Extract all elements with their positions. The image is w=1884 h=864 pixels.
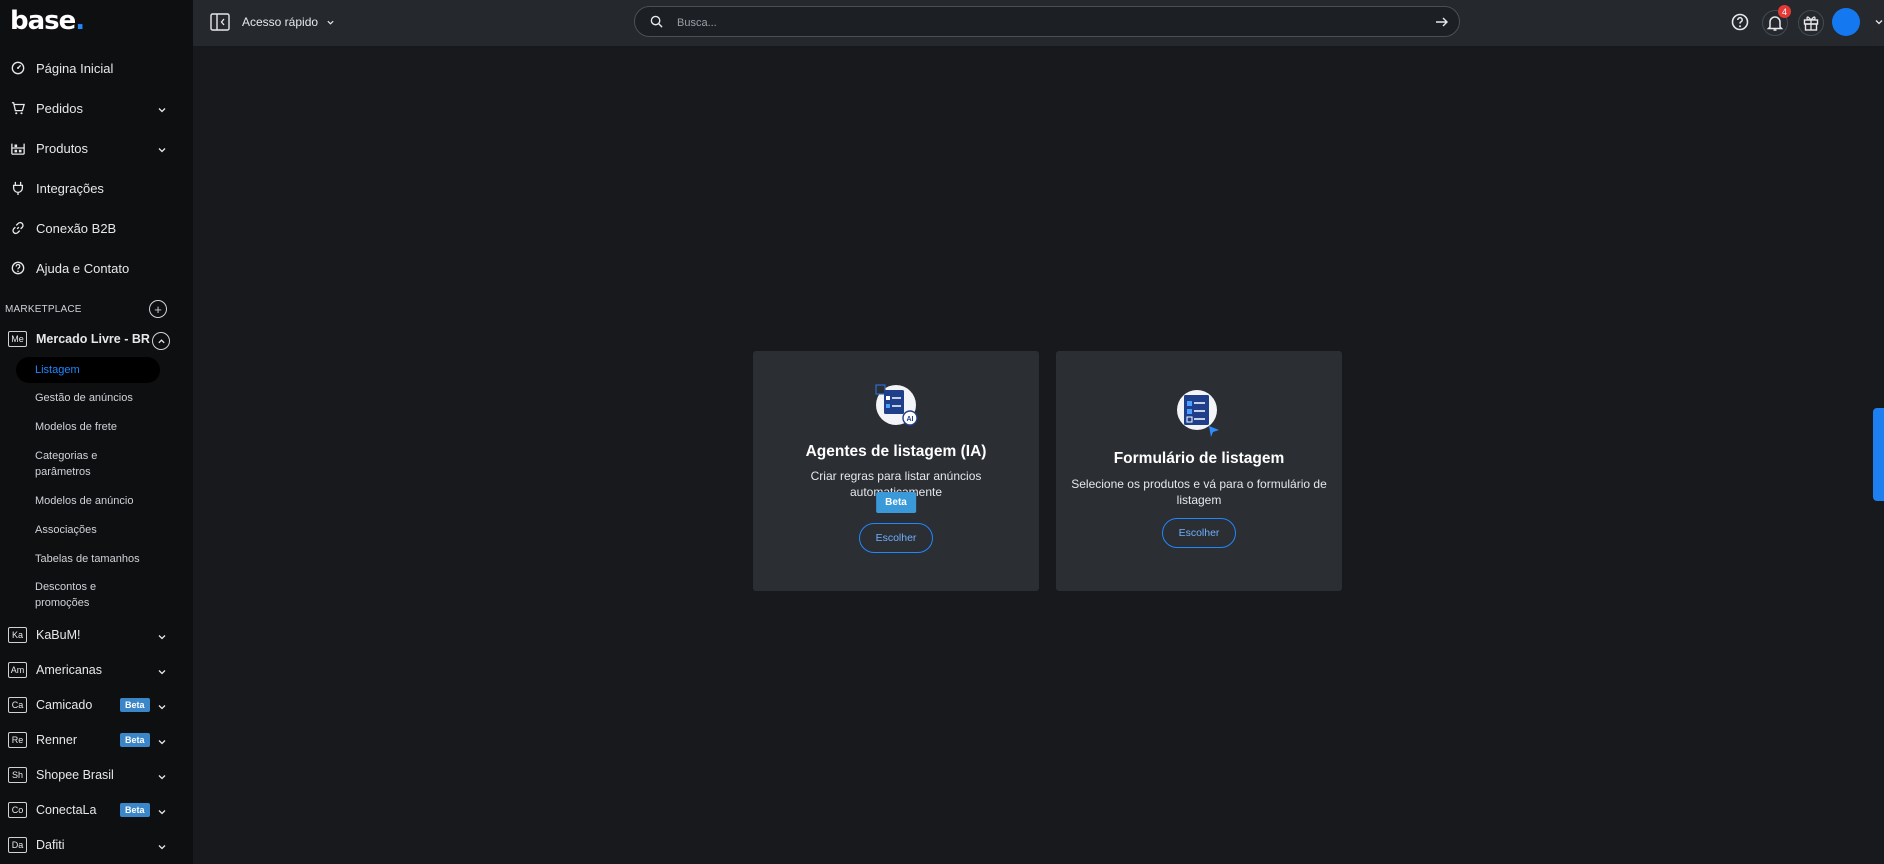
collapse-marketplace-button[interactable]	[152, 332, 170, 350]
marketplace-badge: Ka	[8, 627, 27, 643]
sidebar: base. Página Inicial Pedidos Produtos In…	[0, 0, 193, 864]
marketplace-badge: Me	[8, 331, 27, 347]
sub-item-modelos-anuncio[interactable]: Modelos de anúncio	[35, 493, 133, 509]
nav-label: Integrações	[36, 180, 104, 196]
avatar[interactable]	[1832, 8, 1860, 36]
sub-item-tabelas-tamanhos[interactable]: Tabelas de tamanhos	[35, 551, 140, 567]
marketplace-label: Mercado Livre - BR	[36, 332, 150, 346]
warehouse-icon	[10, 140, 26, 156]
ai-illustration-text: AI	[907, 416, 914, 423]
marketplace-label: ConectaLa	[36, 803, 97, 817]
search-icon	[650, 15, 663, 28]
marketplace-section-title: MARKETPLACE	[5, 304, 82, 315]
chevron-down-icon[interactable]	[157, 143, 167, 153]
beta-badge: Beta	[120, 733, 150, 747]
marketplace-camicado[interactable]: Ca Camicado Beta	[0, 691, 193, 719]
nav-item-home[interactable]: Página Inicial	[0, 53, 193, 83]
chevron-down-icon[interactable]	[157, 805, 167, 815]
sub-item-gestao-anuncios[interactable]: Gestão de anúncios	[35, 390, 133, 406]
help-icon	[10, 260, 26, 276]
chevron-down-icon[interactable]	[157, 700, 167, 710]
marketplace-badge: Ca	[8, 697, 27, 713]
sub-item-descontos[interactable]: Descontos e promoções	[35, 579, 115, 611]
marketplace-label: KaBuM!	[36, 628, 81, 642]
chevron-down-icon[interactable]	[157, 770, 167, 780]
chevron-down-icon[interactable]	[1874, 17, 1884, 27]
add-marketplace-button[interactable]: +	[149, 300, 167, 318]
marketplace-label: Dafiti	[36, 838, 65, 852]
marketplace-label: Shopee Brasil	[36, 768, 114, 782]
nav-item-products[interactable]: Produtos	[0, 133, 193, 163]
help-icon[interactable]	[1729, 11, 1751, 33]
sidebar-toggle-icon[interactable]	[210, 13, 230, 31]
card-listing-form: Formulário de listagem Selecione os prod…	[1056, 351, 1342, 591]
nav-label: Conexão B2B	[36, 220, 117, 236]
quick-access-label: Acesso rápido	[242, 15, 319, 29]
beta-badge: Beta	[876, 492, 916, 513]
nav-label: Produtos	[36, 140, 89, 156]
nav-item-integrations[interactable]: Integrações	[0, 173, 193, 203]
nav-item-b2b[interactable]: Conexão B2B	[0, 213, 193, 243]
choose-listing-form-button[interactable]: Escolher	[1162, 518, 1236, 548]
marketplace-renner[interactable]: Re Renner Beta	[0, 726, 193, 754]
marketplace-badge: Co	[8, 802, 27, 818]
choose-listing-agents-button[interactable]: Escolher	[859, 523, 933, 553]
chevron-down-icon[interactable]	[157, 840, 167, 850]
nav-label: Pedidos	[36, 100, 83, 116]
beta-badge: Beta	[120, 803, 150, 817]
chevron-down-icon[interactable]	[157, 665, 167, 675]
card-description: Selecione os produtos e vá para o formul…	[1071, 477, 1327, 507]
marketplace-kabum[interactable]: Ka KaBuM!	[0, 621, 193, 649]
search-input[interactable]	[675, 12, 1419, 34]
cart-icon	[10, 100, 26, 116]
top-bar: Acesso rápido	[193, 0, 1884, 46]
link-icon	[10, 220, 26, 236]
search-bar	[634, 6, 1460, 37]
marketplace-label: Camicado	[36, 698, 93, 712]
sub-item-modelos-frete[interactable]: Modelos de frete	[35, 419, 117, 435]
sub-item-listagem[interactable]: Listagem	[35, 362, 80, 378]
card-title: Agentes de listagem (IA)	[805, 443, 987, 460]
chevron-up-icon	[157, 338, 165, 343]
marketplace-badge: Sh	[8, 767, 27, 783]
marketplace-badge: Re	[8, 732, 27, 748]
ai-checklist-illustration-icon: AI	[875, 384, 918, 426]
notification-count-badge: 4	[1778, 5, 1791, 18]
marketplace-badge: Da	[8, 837, 27, 853]
card-listing-agents: AI Agentes de listagem (IA) Criar regras…	[753, 351, 1039, 591]
marketplace-conectala[interactable]: Co ConectaLa Beta	[0, 796, 193, 824]
marketplace-americanas[interactable]: Am Americanas	[0, 656, 193, 684]
marketplace-label: Renner	[36, 733, 77, 747]
chevron-down-icon	[327, 20, 334, 25]
dashboard-icon	[10, 60, 26, 76]
sub-item-associacoes[interactable]: Associações	[35, 522, 97, 538]
chevron-down-icon[interactable]	[157, 735, 167, 745]
chevron-down-icon[interactable]	[157, 630, 167, 640]
marketplace-shopee[interactable]: Sh Shopee Brasil	[0, 761, 193, 789]
sub-item-categorias[interactable]: Categorias e parâmetros	[35, 448, 125, 480]
marketplace-dafiti[interactable]: Da Dafiti	[0, 831, 193, 859]
nav-item-help[interactable]: Ajuda e Contato	[0, 253, 193, 283]
gift-icon[interactable]	[1798, 10, 1824, 36]
arrow-right-icon[interactable]	[1435, 15, 1449, 29]
nav-label: Ajuda e Contato	[36, 260, 130, 276]
base-logo[interactable]: base.	[10, 6, 85, 36]
nav-label: Página Inicial	[36, 60, 114, 76]
feedback-side-tab[interactable]	[1873, 408, 1884, 501]
plug-icon	[10, 180, 26, 196]
card-title: Formulário de listagem	[1113, 450, 1285, 467]
beta-badge: Beta	[120, 698, 150, 712]
marketplace-label: Americanas	[36, 663, 102, 677]
marketplace-badge: Am	[8, 662, 27, 678]
chevron-down-icon[interactable]	[157, 103, 167, 113]
form-checklist-illustration-icon	[1177, 390, 1219, 437]
nav-item-orders[interactable]: Pedidos	[0, 93, 193, 123]
quick-access-dropdown[interactable]: Acesso rápido	[242, 15, 335, 29]
